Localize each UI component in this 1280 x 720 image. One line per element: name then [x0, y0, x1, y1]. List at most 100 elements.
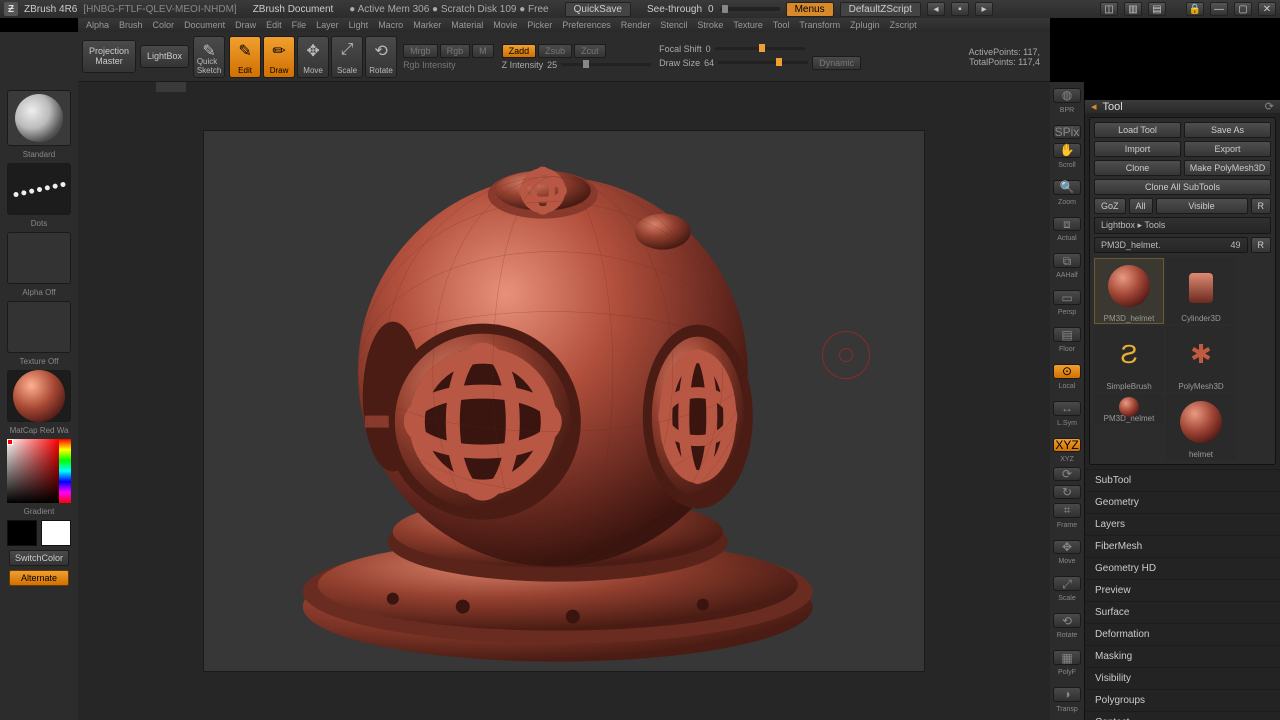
menu-preferences[interactable]: Preferences	[562, 20, 611, 30]
zsub-toggle[interactable]: Zsub	[538, 44, 572, 58]
persp-button[interactable]: ▭	[1053, 290, 1081, 305]
menu-transform[interactable]: Transform	[799, 20, 840, 30]
material-swatch[interactable]	[7, 370, 71, 422]
dynamic-toggle[interactable]: Dynamic	[812, 56, 861, 70]
local-button[interactable]: ⊙	[1053, 364, 1081, 379]
section-masking[interactable]: Masking	[1085, 645, 1280, 667]
document-tab[interactable]	[156, 82, 186, 92]
menu-stencil[interactable]: Stencil	[660, 20, 687, 30]
section-geometry-hd[interactable]: Geometry HD	[1085, 557, 1280, 579]
minimize-icon[interactable]: —	[1210, 2, 1228, 16]
menu-material[interactable]: Material	[451, 20, 483, 30]
menu-stroke[interactable]: Stroke	[697, 20, 723, 30]
texture-swatch[interactable]	[7, 301, 71, 353]
export-button[interactable]: Export	[1184, 141, 1271, 157]
section-fibermesh[interactable]: FiberMesh	[1085, 535, 1280, 557]
lock-icon[interactable]: 🔒	[1186, 2, 1204, 16]
default-zscript[interactable]: DefaultZScript	[840, 2, 921, 17]
layout-b-icon[interactable]: ▥	[1124, 2, 1142, 16]
lsym-button[interactable]: ↔	[1053, 401, 1081, 416]
quicksave-button[interactable]: QuickSave	[565, 2, 631, 17]
menu-marker[interactable]: Marker	[413, 20, 441, 30]
zcut-toggle[interactable]: Zcut	[574, 44, 606, 58]
scroll-button[interactable]: ✋	[1053, 143, 1081, 158]
make-polymesh3d-button[interactable]: Make PolyMesh3D	[1184, 160, 1271, 176]
tool-r-button[interactable]: R	[1251, 237, 1272, 253]
layout-c-icon[interactable]: ▤	[1148, 2, 1166, 16]
m-toggle[interactable]: M	[472, 44, 494, 58]
menu-edit[interactable]: Edit	[266, 20, 282, 30]
menu-alpha[interactable]: Alpha	[86, 20, 109, 30]
xyz-button[interactable]: XYZ	[1053, 438, 1081, 452]
nav-play-icon[interactable]: ▪	[951, 2, 969, 16]
tool-thumb-pm3d-helmet[interactable]: PM3D_helmet	[1094, 258, 1164, 324]
tool-thumb-polymesh3d[interactable]: ✱PolyMesh3D	[1166, 326, 1236, 392]
section-contact[interactable]: Contact	[1085, 711, 1280, 720]
maximize-icon[interactable]: ▢	[1234, 2, 1252, 16]
fgbg-swatch[interactable]	[7, 520, 71, 546]
tool-thumb-helmet[interactable]: helmet	[1166, 394, 1236, 460]
polyf-button[interactable]: ▦	[1053, 650, 1081, 665]
tool-thumb-cylinder3d[interactable]: Cylinder3D	[1166, 258, 1236, 324]
menu-draw[interactable]: Draw	[235, 20, 256, 30]
menu-render[interactable]: Render	[621, 20, 651, 30]
menu-document[interactable]: Document	[184, 20, 225, 30]
zadd-toggle[interactable]: Zadd	[502, 44, 537, 58]
section-visibility[interactable]: Visibility	[1085, 667, 1280, 689]
move-button[interactable]: ✥	[1053, 540, 1081, 555]
clone-all-subtools-button[interactable]: Clone All SubTools	[1094, 179, 1271, 195]
rotate-mode-button[interactable]: ⟲Rotate	[365, 36, 397, 78]
floor-button[interactable]: ▤	[1053, 327, 1081, 342]
menu-picker[interactable]: Picker	[527, 20, 552, 30]
nav-prev-icon[interactable]: ◂	[927, 2, 945, 16]
spix-button[interactable]: SPix	[1053, 125, 1081, 139]
menu-texture[interactable]: Texture	[733, 20, 763, 30]
frame-button[interactable]: ⌗	[1053, 503, 1081, 518]
section-layers[interactable]: Layers	[1085, 513, 1280, 535]
tool-thumb-pm3d-helmet[interactable]: PM3D_helmet	[1094, 394, 1164, 424]
section-geometry[interactable]: Geometry	[1085, 491, 1280, 513]
import-button[interactable]: Import	[1094, 141, 1181, 157]
rgb-toggle[interactable]: Rgb	[440, 44, 471, 58]
switchcolor-button[interactable]: SwitchColor	[9, 550, 69, 566]
all-button[interactable]: All	[1129, 198, 1153, 214]
alternate-button[interactable]: Alternate	[9, 570, 69, 586]
r-button[interactable]: R	[1251, 198, 1272, 214]
viewport[interactable]	[204, 131, 924, 671]
section-subtool[interactable]: SubTool	[1085, 469, 1280, 491]
actual-button[interactable]: ⧈	[1053, 217, 1081, 232]
brush-swatch[interactable]	[7, 90, 71, 146]
mrgb-toggle[interactable]: Mrgb	[403, 44, 438, 58]
load-tool-button[interactable]: Load Tool	[1094, 122, 1181, 138]
projection-master-button[interactable]: Projection Master	[82, 40, 136, 74]
stroke-swatch[interactable]	[7, 163, 71, 215]
rotate-button[interactable]: ⟲	[1053, 613, 1081, 628]
menus-toggle[interactable]: Menus	[786, 2, 834, 17]
move-mode-button[interactable]: ✥Move	[297, 36, 329, 78]
nav-next-icon[interactable]: ▸	[975, 2, 993, 16]
-button[interactable]: ⟳	[1053, 467, 1081, 481]
section-deformation[interactable]: Deformation	[1085, 623, 1280, 645]
zintensity-slider[interactable]	[561, 63, 651, 66]
bpr-button[interactable]: ◍	[1053, 88, 1081, 103]
color-picker[interactable]	[7, 439, 71, 503]
save-as-button[interactable]: Save As	[1184, 122, 1271, 138]
alpha-swatch[interactable]	[7, 232, 71, 284]
panel-collapse-icon[interactable]: ◂	[1091, 100, 1097, 113]
section-preview[interactable]: Preview	[1085, 579, 1280, 601]
menu-zplugin[interactable]: Zplugin	[850, 20, 880, 30]
-button[interactable]: ↻	[1053, 485, 1081, 499]
close-icon[interactable]: ✕	[1258, 2, 1276, 16]
menu-tool[interactable]: Tool	[773, 20, 790, 30]
aahalf-button[interactable]: ⧉	[1053, 253, 1081, 268]
goz-button[interactable]: GoZ	[1094, 198, 1126, 214]
menu-color[interactable]: Color	[153, 20, 175, 30]
quicksketch-button[interactable]: ✎Quick Sketch	[193, 36, 225, 78]
section-surface[interactable]: Surface	[1085, 601, 1280, 623]
clone-button[interactable]: Clone	[1094, 160, 1181, 176]
menu-movie[interactable]: Movie	[493, 20, 517, 30]
zoom-button[interactable]: 🔍	[1053, 180, 1081, 195]
scale-mode-button[interactable]: ⤢Scale	[331, 36, 363, 78]
draw-mode-button[interactable]: ✏Draw	[263, 36, 295, 78]
refresh-icon[interactable]: ⟳	[1265, 100, 1274, 113]
